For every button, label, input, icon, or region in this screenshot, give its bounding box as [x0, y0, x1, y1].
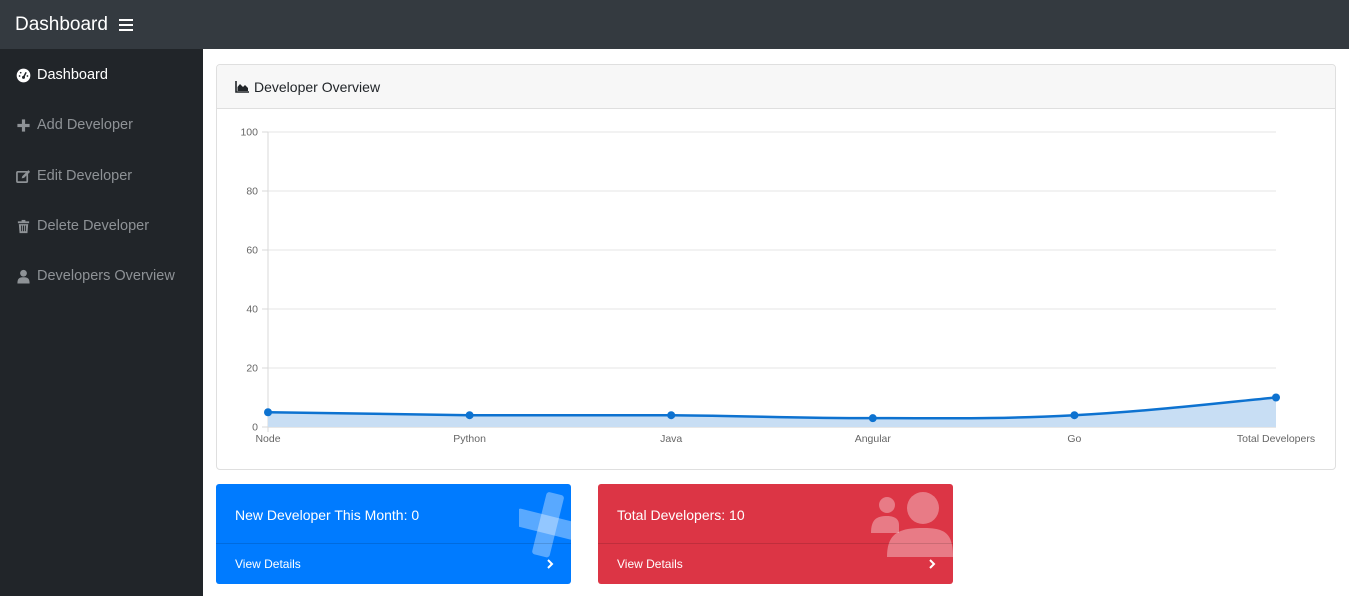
trash-icon	[16, 219, 31, 234]
data-point	[1272, 393, 1280, 402]
total-developers-card: Total Developers: 10 View Details	[598, 484, 953, 584]
developer-overview-chart: 0 20 40 60 80 100 Node Python Java Angular Go Total…	[240, 127, 1315, 446]
x-tick-label: Node	[255, 433, 280, 445]
developer-overview-card: Developer Overview 0 20 40 60 80 100 Node Pytho…	[216, 64, 1336, 470]
view-details-link[interactable]: View Details	[216, 543, 571, 584]
user-icon	[16, 269, 31, 284]
brand-title[interactable]: Dashboard	[15, 14, 108, 36]
x-tick-label: Go	[1067, 433, 1081, 445]
total-developers-title: Total Developers: 10	[617, 507, 745, 523]
edit-icon	[16, 169, 31, 184]
sidebar-item-label: Edit Developer	[37, 168, 133, 184]
chevron-right-icon	[547, 559, 554, 569]
x-tick-label: Total Developers	[1237, 433, 1315, 445]
sidebar-item-label: Add Developer	[37, 117, 133, 133]
y-tick-label: 100	[240, 127, 258, 139]
view-details-label: View Details	[617, 557, 683, 571]
data-point	[667, 411, 676, 420]
y-tick-label: 40	[246, 304, 258, 316]
bars-icon[interactable]	[118, 18, 133, 31]
sidebar-item-label: Developers Overview	[37, 268, 175, 284]
data-point	[868, 414, 877, 423]
sidebar-item-label: Delete Developer	[37, 218, 150, 234]
new-developer-title: New Developer This Month: 0	[235, 507, 420, 523]
view-details-label: View Details	[235, 557, 301, 571]
x-tick-label: Python	[453, 433, 486, 445]
data-point	[465, 411, 474, 420]
tachometer-icon	[16, 68, 31, 83]
view-details-link[interactable]: View Details	[598, 543, 953, 584]
new-developer-card: New Developer This Month: 0 View Details	[216, 484, 571, 584]
x-tick-label: Angular	[855, 433, 892, 445]
area-chart-icon	[235, 80, 249, 93]
y-tick-label: 20	[246, 363, 258, 375]
y-tick-label: 60	[246, 245, 258, 257]
chevron-right-icon	[929, 559, 936, 569]
sidebar-item-add-developer[interactable]: Add Developer	[0, 100, 203, 150]
data-point	[264, 408, 272, 417]
sidebar-item-delete-developer[interactable]: Delete Developer	[0, 201, 203, 251]
sidebar: Dashboard Add Developer Edit Developer D…	[0, 49, 203, 596]
top-navbar: Dashboard	[0, 0, 1349, 49]
plus-icon	[16, 118, 31, 133]
sidebar-item-developers-overview[interactable]: Developers Overview	[0, 251, 203, 301]
card-header: Developer Overview	[217, 65, 1335, 109]
sidebar-item-edit-developer[interactable]: Edit Developer	[0, 151, 203, 201]
y-tick-label: 80	[246, 186, 258, 198]
sidebar-item-dashboard[interactable]: Dashboard	[0, 50, 203, 100]
sidebar-item-label: Dashboard	[37, 67, 108, 83]
data-point	[1070, 411, 1079, 420]
card-title: Developer Overview	[254, 78, 381, 95]
x-tick-label: Java	[660, 433, 682, 445]
y-tick-label: 0	[252, 422, 258, 434]
